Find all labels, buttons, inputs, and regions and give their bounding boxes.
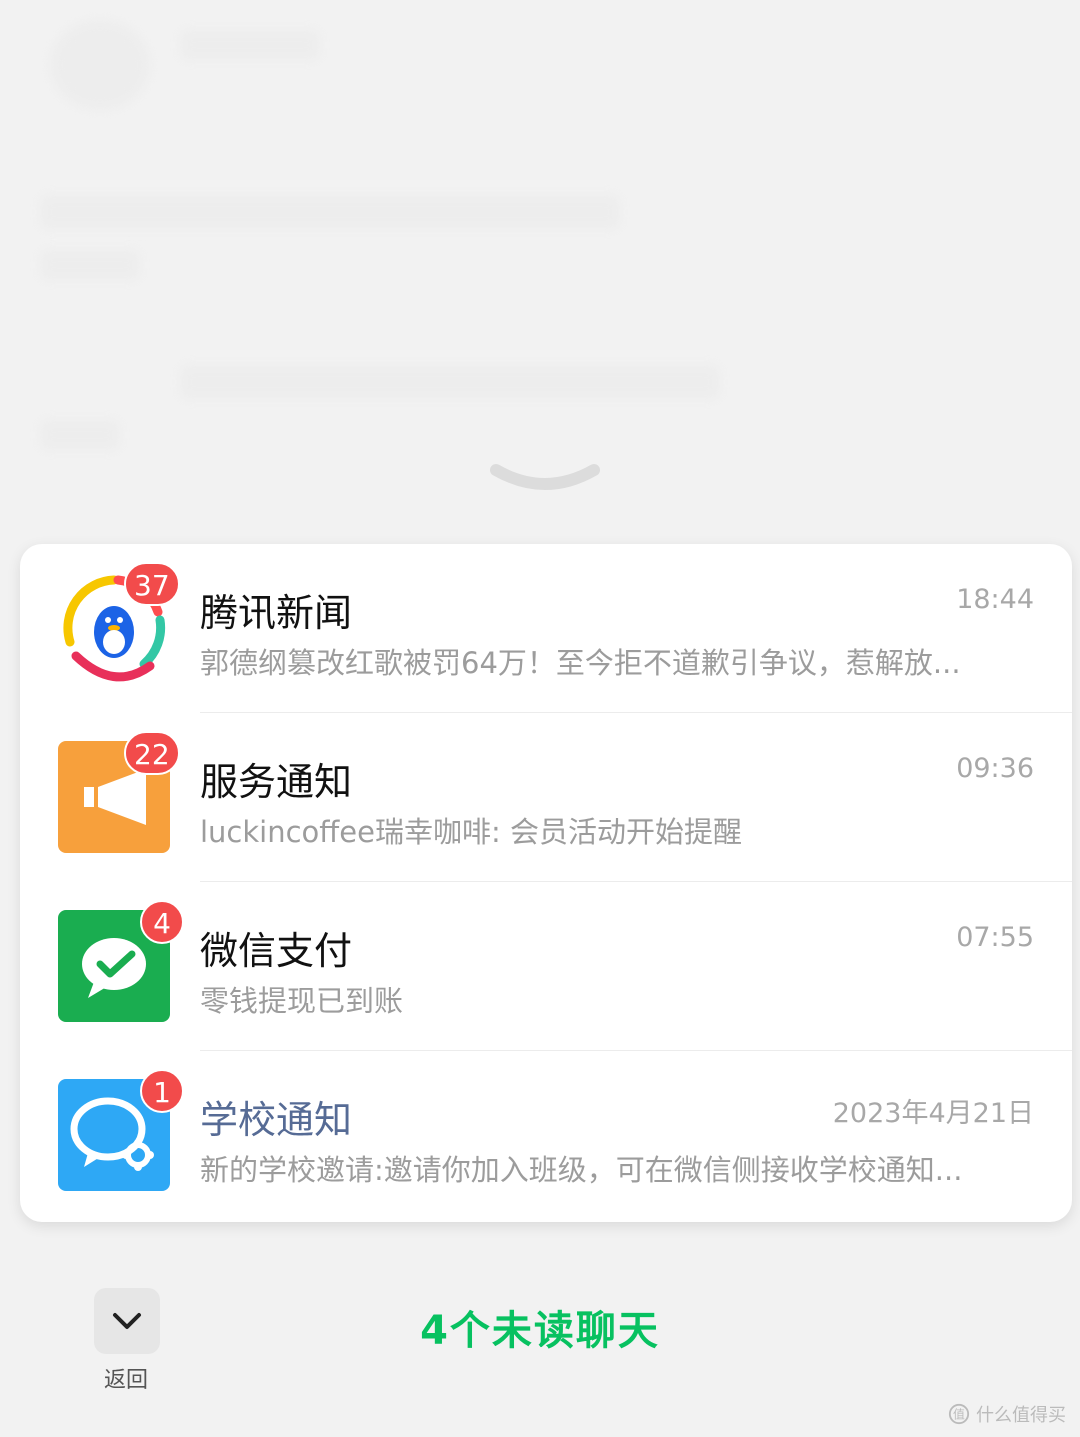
blurred-background-line <box>40 420 120 450</box>
pull-down-arrow-icon[interactable] <box>490 458 600 498</box>
chat-title: 学校通知 <box>200 1098 353 1142</box>
chat-title: 腾讯新闻 <box>200 591 353 635</box>
watermark-text: 什么值得买 <box>976 1405 1066 1426</box>
blurred-background-line <box>40 195 620 229</box>
chat-row-service-notice[interactable]: 22 服务通知 09:36 luckincoffee瑞幸咖啡: 会员活动开始提醒 <box>20 713 1072 882</box>
chat-time: 07:55 <box>956 922 1034 953</box>
unread-count-badge: 4 <box>140 900 184 944</box>
chat-row-tencent-news[interactable]: 37 腾讯新闻 18:44 郭德纲篡改红歌被罚64万！至今拒不道歉引争议，惹解放… <box>20 544 1072 713</box>
svg-text:值: 值 <box>953 1408 965 1422</box>
watermark: 值 什么值得买 <box>948 1401 1066 1427</box>
blurred-background-line <box>180 30 320 60</box>
unread-count-badge: 22 <box>124 731 180 775</box>
chat-time: 09:36 <box>956 753 1034 784</box>
unread-count-badge: 1 <box>140 1069 184 1113</box>
blurred-background-line <box>40 250 140 280</box>
blurred-background-avatar <box>50 20 150 110</box>
chat-row-wechat-pay[interactable]: 4 微信支付 07:55 零钱提现已到账 <box>20 882 1072 1051</box>
blurred-background-line <box>180 365 720 399</box>
unread-count-badge: 37 <box>124 562 180 606</box>
back-label: 返回 <box>104 1368 149 1393</box>
chat-time: 2023年4月21日 <box>832 1098 1034 1129</box>
chat-preview: 零钱提现已到账 <box>200 984 404 1018</box>
watermark-logo-icon: 值 <box>948 1403 970 1425</box>
chat-title: 微信支付 <box>200 929 353 973</box>
chat-preview: 郭德纲篡改红歌被罚64万！至今拒不道歉引争议，惹解放... <box>200 646 961 680</box>
chat-preview: luckincoffee瑞幸咖啡: 会员活动开始提醒 <box>200 815 742 849</box>
chat-title: 服务通知 <box>200 760 353 804</box>
chat-time: 18:44 <box>956 584 1034 615</box>
chat-preview: 新的学校邀请:邀请你加入班级，可在微信侧接收学校通知... <box>200 1153 963 1187</box>
unread-chats-count: 4个未读聊天 <box>420 1308 660 1354</box>
chat-row-school-notice[interactable]: 1 学校通知 2023年4月21日 新的学校邀请:邀请你加入班级，可在微信侧接收… <box>20 1051 1072 1220</box>
unread-chat-list: 37 腾讯新闻 18:44 郭德纲篡改红歌被罚64万！至今拒不道歉引争议，惹解放… <box>20 544 1072 1222</box>
